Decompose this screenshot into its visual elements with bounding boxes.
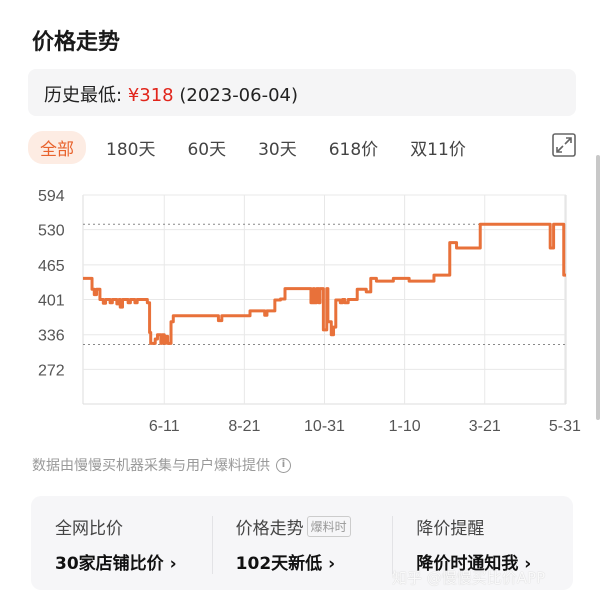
x-tick-label: 5-31 <box>549 418 581 435</box>
y-tick-label: 530 <box>38 223 65 240</box>
y-tick-label: 465 <box>38 258 65 275</box>
data-source-note: 数据由慢慢买机器采集与用户爆料提供 i <box>32 455 291 475</box>
history-low-box: 历史最低: ¥318 (2023-06-04) <box>28 69 576 116</box>
y-tick-label: 336 <box>38 328 65 345</box>
tab-all[interactable]: 全部 <box>28 130 86 164</box>
x-tick-label: 1-10 <box>389 418 421 435</box>
trend-section[interactable]: 价格走势 爆料时 102天新低 › <box>211 496 393 590</box>
info-icon[interactable]: i <box>276 457 291 473</box>
tab-30d[interactable]: 30天 <box>246 131 309 164</box>
x-tick-label: 10-31 <box>304 418 345 435</box>
trend-heading: 价格走势 <box>235 519 304 539</box>
alert-heading: 降价提醒 <box>416 519 485 539</box>
trend-badge: 爆料时 <box>306 516 351 537</box>
price-chart: 594 530 465 401 336 272 6-11 8-21 10-31 1-10 3-21 5… <box>38 188 581 435</box>
compare-link[interactable]: 30家店铺比价 › <box>55 549 212 574</box>
compare-heading: 全网比价 <box>55 519 123 539</box>
tab-60d[interactable]: 60天 <box>175 131 238 164</box>
y-tick-label: 401 <box>38 293 65 310</box>
tab-double11[interactable]: 双11价 <box>398 131 478 164</box>
x-tick-label: 6-11 <box>149 418 180 435</box>
history-low-date: (2023-06-04) <box>179 85 299 106</box>
compare-section[interactable]: 全网比价 30家店铺比价 › <box>31 496 212 590</box>
y-tick-label: 594 <box>38 188 65 205</box>
x-tick-label: 3-21 <box>469 418 501 435</box>
page-title: 价格走势 <box>32 30 121 55</box>
expand-icon[interactable] <box>552 133 576 157</box>
scrollbar[interactable] <box>596 155 600 420</box>
tab-618[interactable]: 618价 <box>317 131 390 164</box>
y-tick-label: 272 <box>38 362 65 379</box>
data-source-text: 数据由慢慢买机器采集与用户爆料提供 <box>32 458 270 474</box>
x-tick-label: 8-21 <box>228 418 260 435</box>
range-tabs: 全部 180天 60天 30天 618价 双11价 <box>28 130 486 164</box>
trend-link[interactable]: 102天新低 › <box>236 549 393 574</box>
history-low-label: 历史最低: <box>44 85 123 106</box>
trend-heading-row: 价格走势 爆料时 <box>236 514 393 539</box>
history-low-price: ¥318 <box>127 85 174 106</box>
watermark: 知乎 @慢慢买比价APP <box>392 569 546 587</box>
tab-180d[interactable]: 180天 <box>94 131 167 164</box>
